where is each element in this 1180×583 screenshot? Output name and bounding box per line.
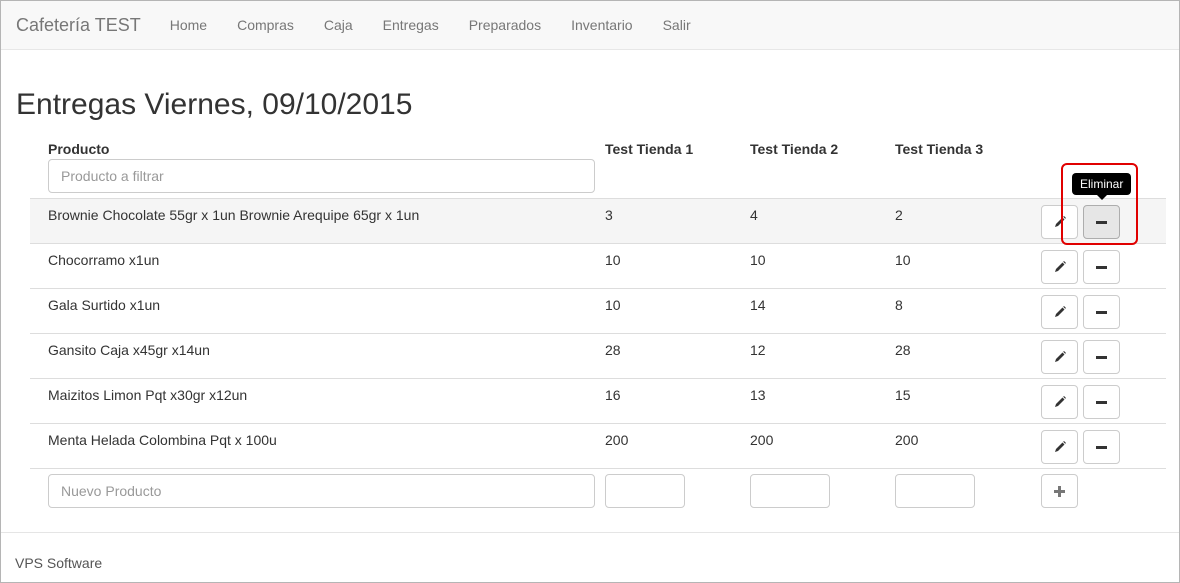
plus-icon	[1054, 485, 1065, 497]
new-qty-tienda-3[interactable]	[895, 474, 975, 508]
nav-salir[interactable]: Salir	[648, 1, 706, 50]
table-row: Maizitos Limon Pqt x30gr x12un 16 13 15	[30, 378, 1166, 423]
footer-text: VPS Software	[15, 555, 103, 571]
product-cell: Menta Helada Colombina Pqt x 100u	[48, 432, 277, 448]
footer-divider	[1, 532, 1179, 533]
edit-button[interactable]	[1041, 250, 1078, 284]
qty-tienda-3: 15	[895, 387, 911, 403]
header-tienda-3: Test Tienda 3	[895, 141, 984, 157]
qty-tienda-1: 10	[605, 297, 621, 313]
pencil-icon	[1053, 440, 1067, 454]
delete-button[interactable]	[1083, 430, 1120, 464]
minus-icon	[1096, 400, 1107, 404]
new-qty-tienda-1[interactable]	[605, 474, 685, 508]
qty-tienda-1: 200	[605, 432, 629, 448]
product-cell: Chocorramo x1un	[48, 252, 160, 268]
pencil-icon	[1053, 260, 1067, 274]
product-cell: Maizitos Limon Pqt x30gr x12un	[48, 387, 248, 403]
edit-button[interactable]	[1041, 295, 1078, 329]
nav-compras[interactable]: Compras	[222, 1, 309, 50]
add-button[interactable]	[1041, 474, 1078, 508]
qty-tienda-1: 28	[605, 342, 621, 358]
qty-tienda-3: 2	[895, 207, 903, 223]
delete-button[interactable]	[1083, 295, 1120, 329]
minus-icon	[1096, 355, 1107, 359]
product-cell: Brownie Chocolate 55gr x 1un Brownie Are…	[48, 207, 420, 223]
header-producto: Producto	[48, 141, 110, 157]
header-tienda-1: Test Tienda 1	[605, 141, 694, 157]
header-tienda-2: Test Tienda 2	[750, 141, 839, 157]
qty-tienda-2: 13	[750, 387, 766, 403]
qty-tienda-2: 12	[750, 342, 766, 358]
qty-tienda-3: 200	[895, 432, 919, 448]
page-title: Entregas Viernes, 09/10/2015	[16, 88, 413, 121]
table-row: Chocorramo x1un 10 10 10	[30, 243, 1166, 288]
qty-tienda-3: 10	[895, 252, 911, 268]
qty-tienda-1: 16	[605, 387, 621, 403]
minus-icon	[1096, 310, 1107, 314]
edit-button[interactable]	[1041, 340, 1078, 374]
table-row: Menta Helada Colombina Pqt x 100u 200 200 2…	[30, 423, 1166, 468]
nav-home[interactable]: Home	[155, 1, 222, 50]
product-cell: Gala Surtido x1un	[48, 297, 161, 313]
delete-button[interactable]	[1083, 340, 1120, 374]
delete-button[interactable]	[1083, 250, 1120, 284]
tooltip: Eliminar	[1072, 173, 1132, 195]
pencil-icon	[1053, 350, 1067, 364]
navbar: Cafetería TEST Home Compras Caja Entrega…	[1, 1, 1179, 50]
pencil-icon	[1053, 305, 1067, 319]
table-row: Brownie Chocolate 55gr x 1un Brownie Are…	[30, 198, 1166, 243]
minus-icon	[1096, 265, 1107, 269]
new-product-input[interactable]	[48, 474, 595, 508]
product-cell: Gansito Caja x45gr x14un	[48, 342, 210, 358]
product-filter-input[interactable]	[48, 159, 595, 193]
brand[interactable]: Cafetería TEST	[16, 1, 141, 50]
qty-tienda-2: 200	[750, 432, 774, 448]
qty-tienda-1: 3	[605, 207, 613, 223]
nav-entregas[interactable]: Entregas	[368, 1, 454, 50]
qty-tienda-3: 28	[895, 342, 911, 358]
minus-icon	[1096, 445, 1107, 449]
nav-caja[interactable]: Caja	[309, 1, 368, 50]
table-row: Gansito Caja x45gr x14un 28 12 28	[30, 333, 1166, 378]
table-row: Gala Surtido x1un 10 14 8	[30, 288, 1166, 333]
nav-inventario[interactable]: Inventario	[556, 1, 647, 50]
qty-tienda-2: 10	[750, 252, 766, 268]
qty-tienda-3: 8	[895, 297, 903, 313]
qty-tienda-2: 4	[750, 207, 758, 223]
edit-button[interactable]	[1041, 430, 1078, 464]
nav-preparados[interactable]: Preparados	[454, 1, 556, 50]
qty-tienda-2: 14	[750, 297, 766, 313]
edit-button[interactable]	[1041, 385, 1078, 419]
qty-tienda-1: 10	[605, 252, 621, 268]
delete-button[interactable]	[1083, 385, 1120, 419]
new-qty-tienda-2[interactable]	[750, 474, 830, 508]
pencil-icon	[1053, 395, 1067, 409]
tooltip-arrow	[1097, 195, 1107, 200]
